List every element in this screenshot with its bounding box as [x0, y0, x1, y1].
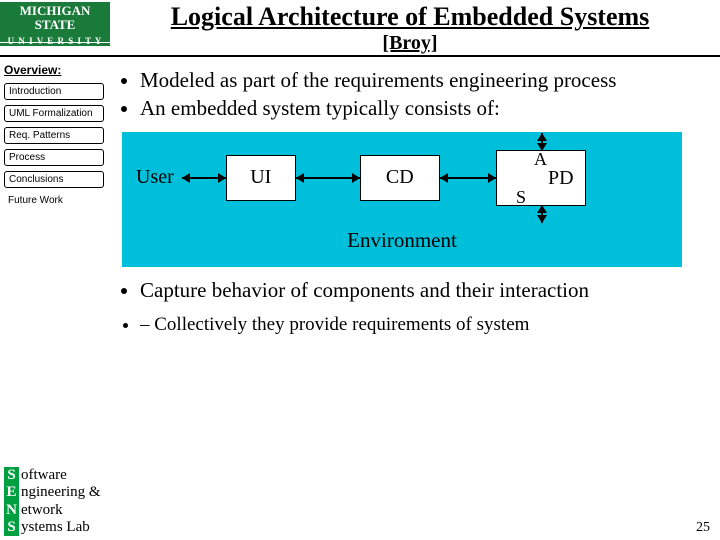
- sidebar-item-introduction[interactable]: Introduction: [4, 83, 104, 100]
- sidebar-item-conclusions[interactable]: Conclusions: [4, 171, 104, 188]
- sub-bullet-1: Collectively they provide requirements o…: [140, 313, 706, 337]
- arrow-pd-bottom: [541, 205, 543, 223]
- footer-s1: S: [4, 467, 19, 484]
- bullet-2: An embedded system typically consists of…: [140, 95, 706, 121]
- sidebar-item-future[interactable]: Future Work: [4, 193, 104, 208]
- sidebar-item-process[interactable]: Process: [4, 149, 104, 166]
- main-area: Overview: Introduction UML Formalization…: [0, 57, 720, 347]
- arrow-pd-top: [541, 133, 543, 151]
- box-ui: UI: [226, 155, 296, 201]
- bullet-1: Modeled as part of the requirements engi…: [140, 67, 706, 93]
- lab-footer: Software Engineering & Network Systems L…: [4, 467, 101, 536]
- sub-bullet-list: Collectively they provide requirements o…: [114, 313, 706, 337]
- pd-a: A: [534, 150, 547, 168]
- university-logo: MICHIGAN STATE U N I V E R S I T Y: [0, 2, 110, 46]
- box-pd: A PD S: [496, 150, 586, 206]
- footer-systems: ystems Lab: [21, 519, 90, 535]
- sidebar: Overview: Introduction UML Formalization…: [0, 57, 108, 347]
- bullet-list-bottom: Capture behavior of components and their…: [114, 277, 706, 303]
- slide-header: MICHIGAN STATE U N I V E R S I T Y Logic…: [0, 0, 720, 57]
- arrow-user-ui: [182, 177, 226, 179]
- box-cd: CD: [360, 155, 440, 201]
- slide-title: Logical Architecture of Embedded Systems: [110, 2, 710, 32]
- footer-engineering: ngineering &: [21, 484, 101, 500]
- logo-line1: MICHIGAN STATE: [20, 3, 91, 32]
- footer-network: etwork: [21, 502, 63, 518]
- bullet-list-top: Modeled as part of the requirements engi…: [114, 67, 706, 122]
- pd-s: S: [516, 188, 526, 206]
- logo-line2: U N I V E R S I T Y: [8, 36, 103, 46]
- page-number: 25: [696, 520, 710, 536]
- bullet-3: Capture behavior of components and their…: [140, 277, 706, 303]
- sidebar-item-patterns[interactable]: Req. Patterns: [4, 127, 104, 144]
- overview-heading: Overview:: [4, 63, 104, 77]
- footer-software: oftware: [21, 467, 67, 483]
- environment-label: Environment: [136, 228, 668, 253]
- architecture-diagram: User UI CD A PD S Environment: [122, 132, 682, 267]
- user-label: User: [136, 166, 174, 189]
- content: Modeled as part of the requirements engi…: [108, 57, 720, 347]
- slide-subtitle: [Broy]: [110, 32, 710, 55]
- footer-s2: S: [4, 519, 19, 536]
- arrow-ui-cd: [296, 177, 360, 179]
- title-block: Logical Architecture of Embedded Systems…: [110, 2, 710, 55]
- footer-n: N: [4, 502, 19, 519]
- footer-e: E: [4, 484, 19, 501]
- arrow-cd-pd: [440, 177, 496, 179]
- sidebar-item-uml[interactable]: UML Formalization: [4, 105, 104, 122]
- pd-main: PD: [548, 168, 574, 188]
- diagram-row: User UI CD A PD S: [136, 150, 668, 206]
